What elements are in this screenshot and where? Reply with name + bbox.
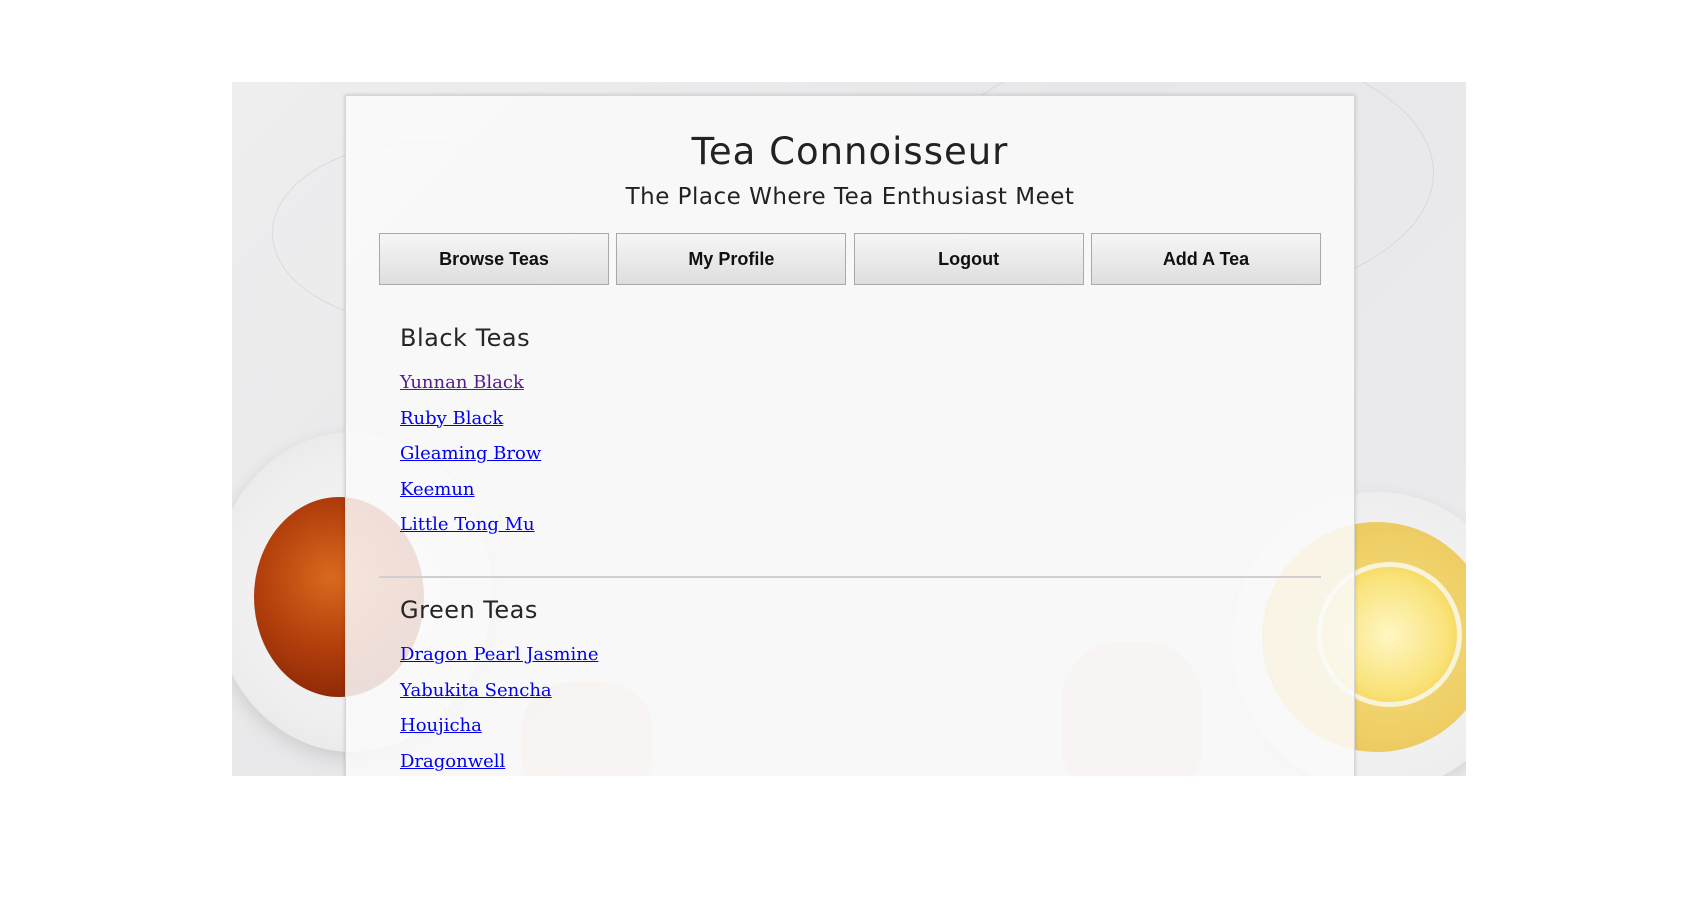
list-item: Yunnan Black bbox=[400, 372, 541, 408]
list-item: Ruby Black bbox=[400, 408, 541, 444]
tea-link-dragon-pearl-jasmine[interactable]: Dragon Pearl Jasmine bbox=[400, 644, 598, 665]
list-item: Gleaming Brow bbox=[400, 443, 541, 479]
tea-link-dragonwell[interactable]: Dragonwell bbox=[400, 751, 505, 772]
section-heading: Green Teas bbox=[400, 596, 538, 624]
content-panel: Tea Connoisseur The Place Where Tea Enth… bbox=[345, 95, 1355, 776]
list-item: Dragon Pearl Jasmine bbox=[400, 644, 598, 680]
main-nav: Browse Teas My Profile Logout Add A Tea bbox=[379, 233, 1321, 287]
background-image: Tea Connoisseur The Place Where Tea Enth… bbox=[232, 82, 1466, 776]
tea-link-ruby-black[interactable]: Ruby Black bbox=[400, 408, 503, 429]
list-item: Houjicha bbox=[400, 715, 598, 751]
logout-button[interactable]: Logout bbox=[853, 233, 1084, 285]
tea-link-little-tong-mu[interactable]: Little Tong Mu bbox=[400, 514, 535, 535]
tea-link-yabukita-sencha[interactable]: Yabukita Sencha bbox=[400, 680, 552, 701]
tea-link-houjicha[interactable]: Houjicha bbox=[400, 715, 482, 736]
site-subtitle: The Place Where Tea Enthusiast Meet bbox=[625, 184, 1075, 210]
tea-link-gleaming-brow[interactable]: Gleaming Brow bbox=[400, 443, 541, 464]
list-item: Keemun bbox=[400, 479, 541, 515]
list-item: Little Tong Mu bbox=[400, 514, 541, 550]
black-teas-section: Black Teas Yunnan Black Ruby Black Gleam… bbox=[400, 324, 541, 550]
green-teas-section: Green Teas Dragon Pearl Jasmine Yabukita… bbox=[400, 596, 598, 776]
tea-link-yunnan-black[interactable]: Yunnan Black bbox=[400, 372, 524, 393]
add-a-tea-button[interactable]: Add A Tea bbox=[1090, 233, 1321, 285]
browse-teas-button[interactable]: Browse Teas bbox=[379, 233, 609, 285]
site-title: Tea Connoisseur bbox=[691, 130, 1009, 173]
my-profile-button[interactable]: My Profile bbox=[616, 233, 847, 285]
black-teas-list: Yunnan Black Ruby Black Gleaming Brow Ke… bbox=[400, 372, 541, 550]
section-heading: Black Teas bbox=[400, 324, 531, 352]
tea-link-keemun[interactable]: Keemun bbox=[400, 479, 475, 500]
section-divider bbox=[379, 576, 1321, 578]
list-item: Yabukita Sencha bbox=[400, 680, 598, 716]
green-teas-list: Dragon Pearl Jasmine Yabukita Sencha Hou… bbox=[400, 644, 598, 776]
list-item: Dragonwell bbox=[400, 751, 598, 777]
